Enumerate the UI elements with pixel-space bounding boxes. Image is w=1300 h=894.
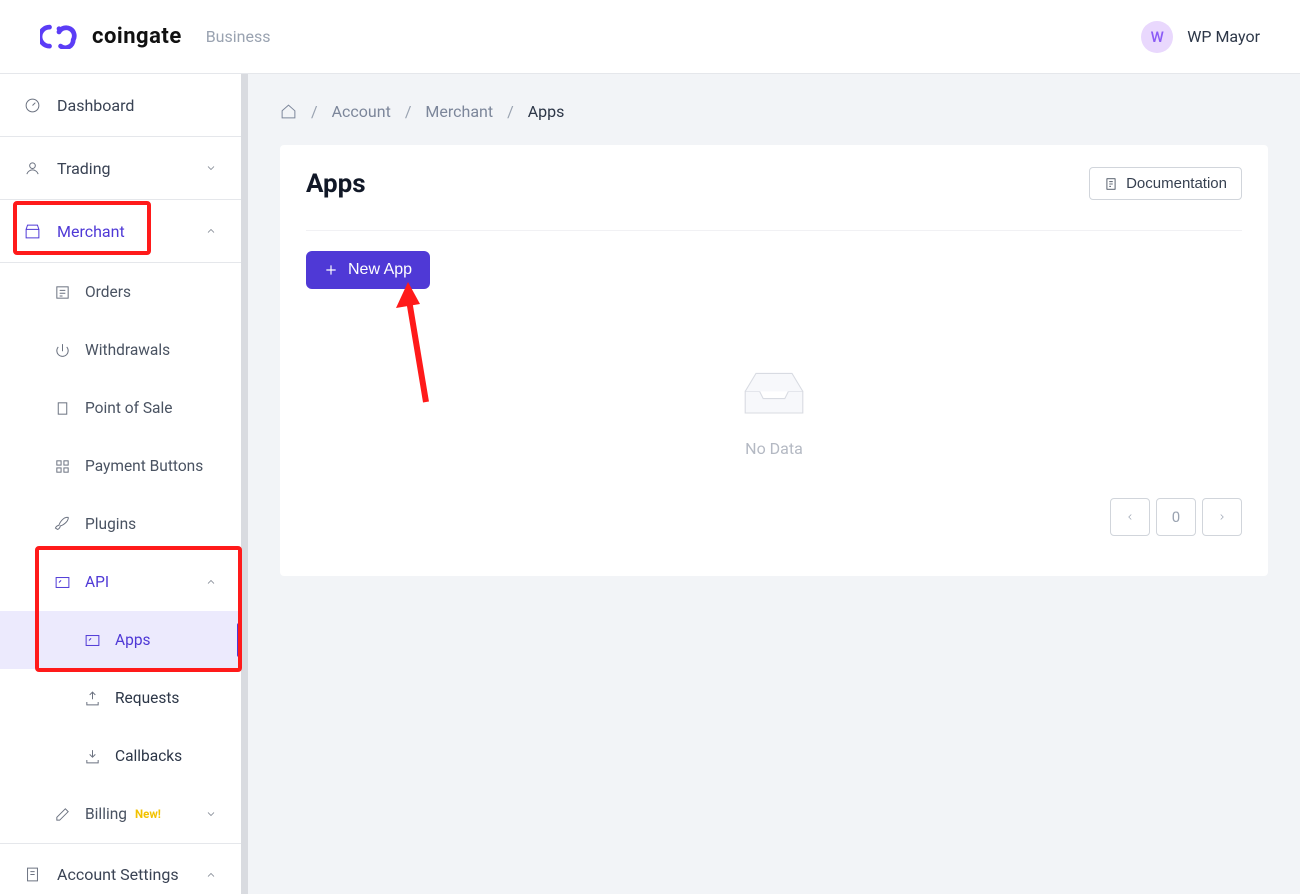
terminal-icon: [84, 632, 101, 649]
brand-name: coingate: [92, 24, 182, 49]
file-icon: [1104, 177, 1118, 191]
power-icon: [54, 342, 71, 359]
documentation-button[interactable]: Documentation: [1089, 167, 1242, 200]
sidebar: Dashboard Trading Merchant Orders Withdr…: [0, 74, 248, 894]
sidebar-label-orders: Orders: [85, 283, 131, 301]
sidebar-label-api: API: [85, 573, 205, 591]
main-content: / Account / Merchant / Apps Apps Documen…: [248, 74, 1300, 894]
topbar: coingate Business W WP Mayor: [0, 0, 1300, 74]
sidebar-label-pos: Point of Sale: [85, 399, 172, 417]
sidebar-item-api[interactable]: API: [0, 553, 241, 611]
chevron-up-icon: [205, 869, 217, 881]
empty-state: No Data: [306, 369, 1242, 458]
chevron-right-icon: [1217, 512, 1227, 522]
sidebar-item-plugins[interactable]: Plugins: [0, 495, 241, 553]
upload-icon: [84, 690, 101, 707]
plus-icon: [324, 263, 338, 277]
sidebar-label-dashboard: Dashboard: [57, 96, 217, 115]
sidebar-item-callbacks[interactable]: Callbacks: [0, 727, 241, 785]
chevron-down-icon: [205, 162, 217, 174]
sidebar-item-requests[interactable]: Requests: [0, 669, 241, 727]
rocket-icon: [54, 516, 71, 533]
sidebar-item-apps[interactable]: Apps: [0, 611, 241, 669]
chevron-left-icon: [1125, 512, 1135, 522]
breadcrumb-current: Apps: [528, 102, 565, 121]
sidebar-label-requests: Requests: [115, 689, 179, 707]
documentation-label: Documentation: [1126, 175, 1227, 192]
list-icon: [54, 284, 71, 301]
gauge-icon: [24, 97, 41, 114]
user-name: WP Mayor: [1187, 27, 1260, 46]
page-title: Apps: [306, 169, 366, 199]
edit-icon: [54, 806, 71, 823]
breadcrumb: / Account / Merchant / Apps: [280, 102, 1268, 121]
sidebar-label-account-settings: Account Settings: [57, 865, 205, 884]
pager-prev[interactable]: [1110, 498, 1150, 536]
grid-icon: [54, 458, 71, 475]
pager-next[interactable]: [1202, 498, 1242, 536]
terminal-icon: [54, 574, 71, 591]
chevron-up-icon: [205, 225, 217, 237]
sidebar-item-pos[interactable]: Point of Sale: [0, 379, 241, 437]
breadcrumb-account[interactable]: Account: [332, 102, 391, 121]
pagination: 0: [306, 498, 1242, 536]
sidebar-label-callbacks: Callbacks: [115, 747, 182, 765]
chevron-up-icon: [205, 576, 217, 588]
sidebar-label-billing: Billing: [85, 805, 127, 823]
store-icon: [24, 223, 41, 240]
sidebar-label-withdrawals: Withdrawals: [85, 341, 170, 359]
sidebar-label-apps: Apps: [115, 631, 151, 649]
pager-current[interactable]: 0: [1156, 498, 1196, 536]
badge-new: New!: [135, 807, 161, 821]
sidebar-item-merchant[interactable]: Merchant: [0, 200, 241, 263]
home-icon[interactable]: [280, 103, 297, 120]
sidebar-item-dashboard[interactable]: Dashboard: [0, 74, 241, 137]
user-menu[interactable]: W WP Mayor: [1141, 21, 1260, 53]
user-icon: [24, 160, 41, 177]
brand-logo[interactable]: coingate Business: [40, 24, 270, 49]
new-app-button[interactable]: New App: [306, 251, 430, 289]
sidebar-label-payment-buttons: Payment Buttons: [85, 457, 203, 475]
sidebar-item-payment-buttons[interactable]: Payment Buttons: [0, 437, 241, 495]
sidebar-label-plugins: Plugins: [85, 515, 136, 533]
download-icon: [84, 748, 101, 765]
sidebar-item-billing[interactable]: Billing New!: [0, 785, 241, 843]
empty-inbox-icon: [738, 369, 810, 421]
apps-panel: Apps Documentation New App No Data: [280, 145, 1268, 576]
chevron-down-icon: [205, 808, 217, 820]
sidebar-label-trading: Trading: [57, 159, 205, 178]
breadcrumb-merchant[interactable]: Merchant: [425, 102, 493, 121]
settings-doc-icon: [24, 866, 41, 883]
sidebar-item-account-settings[interactable]: Account Settings: [0, 843, 241, 894]
sidebar-item-orders[interactable]: Orders: [0, 263, 241, 321]
brand-mode: Business: [206, 27, 271, 46]
avatar: W: [1141, 21, 1173, 53]
new-app-label: New App: [348, 261, 412, 279]
coingate-logo-icon: [40, 24, 78, 49]
sidebar-item-trading[interactable]: Trading: [0, 137, 241, 200]
tablet-icon: [54, 400, 71, 417]
sidebar-label-merchant: Merchant: [57, 222, 205, 241]
empty-text: No Data: [745, 439, 803, 458]
sidebar-item-withdrawals[interactable]: Withdrawals: [0, 321, 241, 379]
